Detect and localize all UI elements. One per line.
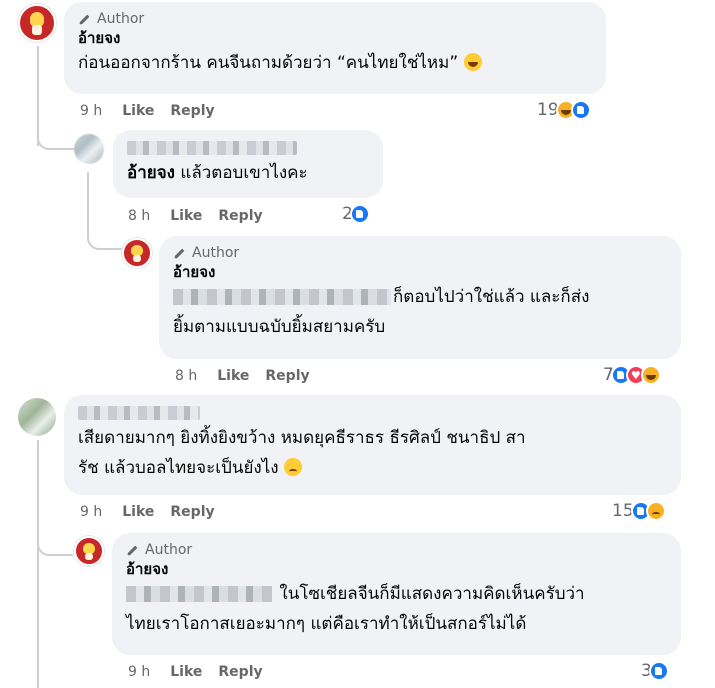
comment-bubble: Author อ้ายจง ในโซเชียลจีนก็มีแสดงความคิ… <box>112 533 681 655</box>
like-reaction-icon <box>349 204 370 224</box>
commenter-name[interactable]: อ้ายจง <box>78 28 592 48</box>
author-label: Author <box>192 245 240 261</box>
reaction-summary[interactable]: 3 <box>641 661 669 681</box>
laughing-tears-emoji <box>463 53 482 71</box>
author-avatar[interactable] <box>18 4 56 42</box>
comment-text: เสียดายมากๆ ยิงทิ้งยิงขว้าง หมดยุคธีราธร… <box>78 428 526 448</box>
reply-button[interactable]: Reply <box>218 663 262 681</box>
comment-actions: 8 h Like Reply <box>175 367 326 385</box>
author-avatar[interactable] <box>122 238 152 268</box>
comment-text: อ้ายจง แล้วตอบเขาไงคะ <box>127 158 369 188</box>
timestamp[interactable]: 8 h <box>175 367 197 385</box>
comment-actions: 9 h Like Reply <box>128 663 279 681</box>
pencil-icon <box>79 14 90 25</box>
timestamp[interactable]: 9 h <box>128 663 150 681</box>
author-badge: Author <box>126 541 667 559</box>
thread-line <box>37 440 39 688</box>
reaction-summary[interactable]: 15 <box>612 501 666 521</box>
like-button[interactable]: Like <box>217 367 249 385</box>
like-reaction-icon <box>570 100 591 120</box>
blurred-commenter-name[interactable] <box>78 406 200 420</box>
comment-line: ก็ตอบไปว่าใช่แล้ว และก็ส่ง <box>393 287 590 307</box>
author-label: Author <box>97 11 145 27</box>
pencil-icon <box>174 248 185 259</box>
comment-actions: 8 h Like Reply <box>128 207 279 225</box>
timestamp[interactable]: 9 h <box>80 503 102 521</box>
commenter-name[interactable]: อ้ายจง <box>173 262 667 282</box>
blurred-mention <box>126 586 272 602</box>
timestamp[interactable]: 8 h <box>128 207 150 225</box>
author-avatar[interactable] <box>74 536 104 566</box>
author-badge: Author <box>78 10 592 28</box>
like-button[interactable]: Like <box>122 102 154 120</box>
sad-emoji <box>283 458 302 476</box>
comment-text: ยิ้มตามแบบฉบับยิ้มสยามครับ <box>173 317 386 337</box>
haha-reaction-icon <box>640 365 661 385</box>
reply-button[interactable]: Reply <box>218 207 262 225</box>
reply-button[interactable]: Reply <box>265 367 309 385</box>
blurred-commenter-name[interactable] <box>127 141 297 155</box>
sad-reaction-icon <box>645 501 666 521</box>
comment-bubble: เสียดายมากๆ ยิงทิ้งยิงขว้าง หมดยุคธีราธร… <box>64 395 681 495</box>
thread-connector <box>87 222 125 250</box>
timestamp[interactable]: 9 h <box>80 102 102 120</box>
author-label: Author <box>145 542 193 558</box>
comment-actions: 9 h Like Reply <box>80 503 231 521</box>
comment-text: ก็ตอบไปว่าใช่แล้ว และก็ส่ง <box>173 282 667 312</box>
author-badge: Author <box>173 244 667 262</box>
comment-text: ไทยเราโอกาสเยอะมากๆ แต่คือเราทำให้เป็นสก… <box>126 614 527 634</box>
comment-text: รัช แล้วบอลไทยจะเป็นยังไง <box>78 453 667 483</box>
blurred-mention <box>173 289 391 305</box>
comment-line: ก่อนออกจากร้าน คนจีนถามด้วยว่า “คนไทยใช่… <box>78 53 459 73</box>
reaction-summary[interactable]: 7 <box>603 365 661 385</box>
comment-bubble: Author อ้ายจง ก็ตอบไปว่าใช่แล้ว และก็ส่ง… <box>159 236 681 359</box>
like-button[interactable]: Like <box>170 207 202 225</box>
comment-line: แล้วตอบเขาไงคะ <box>174 163 308 183</box>
commenter-name[interactable]: อ้ายจง <box>126 559 667 579</box>
mention-link[interactable]: อ้ายจง <box>127 163 175 183</box>
like-button[interactable]: Like <box>170 663 202 681</box>
reaction-summary[interactable]: 19 <box>537 100 591 120</box>
pencil-icon <box>127 545 138 556</box>
reply-button[interactable]: Reply <box>170 102 214 120</box>
comment-bubble: อ้ายจง แล้วตอบเขาไงคะ <box>113 130 383 198</box>
comment-line: รัช แล้วบอลไทยจะเป็นยังไง <box>78 458 279 478</box>
like-button[interactable]: Like <box>122 503 154 521</box>
user-avatar[interactable] <box>18 398 56 436</box>
thread-connector <box>37 530 73 556</box>
user-avatar[interactable] <box>74 134 104 164</box>
comment-actions: 9 h Like Reply <box>80 102 231 120</box>
comment-text: ก่อนออกจากร้าน คนจีนถามด้วยว่า “คนไทยใช่… <box>78 48 592 78</box>
reply-button[interactable]: Reply <box>170 503 214 521</box>
like-reaction-icon <box>648 661 669 681</box>
comment-bubble: Author อ้ายจง ก่อนออกจากร้าน คนจีนถามด้ว… <box>64 2 606 94</box>
comment-line: ในโซเชียลจีนก็มีแสดงความคิดเห็นครับว่า <box>274 584 585 604</box>
comment-text: ในโซเชียลจีนก็มีแสดงความคิดเห็นครับว่า <box>126 579 667 609</box>
reaction-summary[interactable]: 2 <box>342 204 370 224</box>
